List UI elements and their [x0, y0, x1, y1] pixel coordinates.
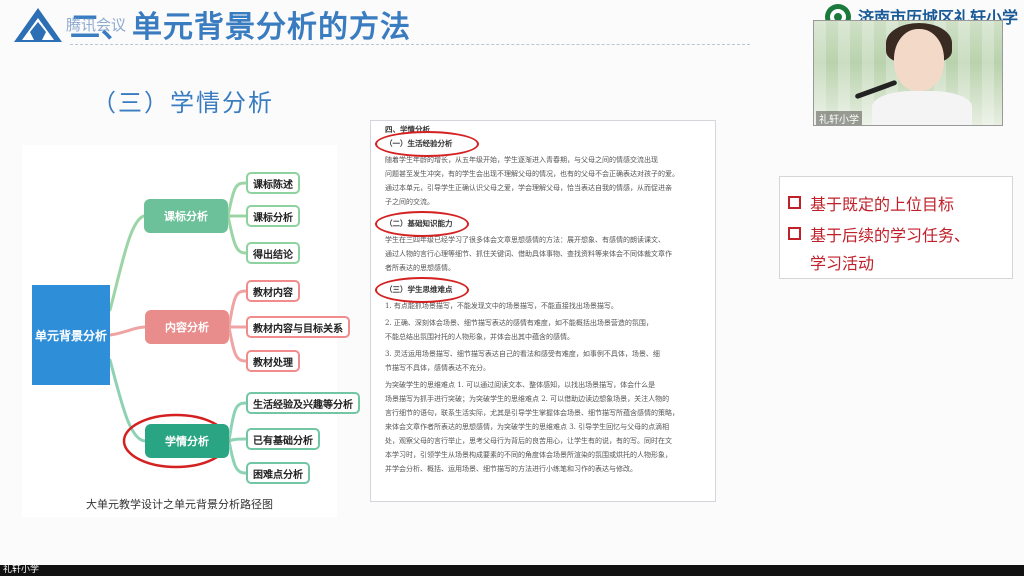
mind-map-caption: 大单元教学设计之单元背景分析路径图: [86, 498, 273, 511]
highlight-circle: [375, 277, 469, 303]
section-subtitle: （三）学情分析: [92, 89, 274, 117]
doc-text: 者所表达的思想感情。: [385, 264, 455, 272]
title-divider: [70, 44, 750, 45]
doc-text: 节描写不具体，感情表达不充分。: [385, 364, 490, 372]
leaf-existing-foundation: 已有基础分析: [246, 428, 320, 450]
mind-map-root: 单元背景分析: [32, 285, 110, 385]
leaf-curriculum-analysis: 课标分析: [246, 205, 300, 227]
doc-text: 言行细节的语句，联系生活实际，尤其是引导学生掌握体会场景、细节描写所蕴含感情的策…: [385, 409, 679, 417]
doc-text: 问题甚至发生冲突，有的学生会出现不理解父母的情况，也有的父母不会正确表达对孩子的…: [385, 170, 679, 178]
doc-text: 3. 灵活运用场景描写、细节描写表达自己的看法和感受有难度，如事例不具体，场景、…: [385, 350, 660, 358]
bottom-name-label: 礼轩小学: [3, 565, 40, 575]
doc-text: 为突破学生的思维难点 1. 可以通过阅读文本、整体感知，以找出场景描写，体会什么…: [385, 381, 656, 389]
branch-content: 内容分析: [145, 310, 229, 344]
webcam-name-label: 礼轩小学: [816, 111, 862, 125]
doc-text: 处，观察父母的言行举止，思考父母行为背后的良苦用心，让学生有的说，有的写。同时在…: [385, 437, 672, 445]
highlight-circle: [375, 211, 469, 237]
key-point-item: 基于既定的上位目标: [788, 191, 954, 215]
key-point-text: 基于后续的学习任务、: [810, 226, 971, 245]
bottom-bar: [0, 565, 1024, 576]
doc-text: 通过人物的言行心理等细节、抓住关键词、借助具体事物、查找资料等来体会不同体裁文章…: [385, 250, 672, 258]
square-bullet-icon: [788, 227, 801, 240]
highlight-circle: [375, 131, 479, 157]
key-point-text: 基于既定的上位目标: [810, 195, 955, 214]
document-page: 四、学情分析 （一）生活经验分析 随着学生年龄的增长，从五年级开始，学生逐渐进入…: [370, 120, 716, 502]
leaf-textbook-content: 教材内容: [246, 280, 300, 302]
leaf-textbook-handling: 教材处理: [246, 350, 300, 372]
presenter-face: [894, 29, 944, 91]
key-point-continuation: 学习活动: [810, 254, 875, 273]
leaf-life-experience: 生活经验及兴趣等分析: [246, 392, 360, 414]
key-point-item: 基于后续的学习任务、: [788, 222, 970, 246]
leaf-curriculum-statement: 课标陈述: [246, 172, 300, 194]
doc-text: 通过本单元，引导学生正确认识父母之爱，学会理解父母，恰当表达自我的情感，从而促进…: [385, 184, 672, 192]
branch-curriculum: 课标分析: [144, 199, 228, 233]
leaf-conclusion: 得出结论: [246, 242, 300, 264]
branch-student: 学情分析: [145, 424, 229, 458]
square-bullet-icon: [788, 196, 801, 209]
webcam-video[interactable]: 礼轩小学: [813, 20, 1003, 126]
presenter-body: [872, 91, 972, 125]
doc-text: 2. 正确、深刻体会场景、细节描写表达的感情有难度，如不能概括出场景营造的氛围，: [385, 319, 653, 327]
leaf-content-goal-relation: 教材内容与目标关系: [246, 316, 350, 338]
meeting-logo-text: 腾讯会议: [66, 16, 127, 34]
doc-text: 本学习时，引领学生从场景构成要素的不同的角度体会场景所渲染的氛围或烘托的人物形象…: [385, 451, 672, 459]
doc-text: 不能总结出氛围衬托的人物形象，并体会出其中蕴含的感情。: [385, 333, 574, 341]
doc-text: 来体会文章作者所表达的思想感情，为突破学生的思维难点 3. 引导学生回忆与父母的…: [385, 423, 670, 431]
key-points-box: 基于既定的上位目标 基于后续的学习任务、 学习活动: [779, 176, 1013, 279]
slide: 二、单元背景分析的方法 腾讯会议 济南市历城区礼轩小学 hool （三）学情分析: [0, 0, 1024, 565]
doc-text: 子之间的交流。: [385, 198, 434, 206]
doc-text: 并学会分析、概括、运用场景、细节描写的方法进行小练笔和习作的表达与修改。: [385, 465, 637, 473]
meeting-logo-icon: [14, 8, 62, 42]
leaf-difficulty-points: 困难点分析: [246, 462, 310, 484]
doc-text: 场景描写为抓手进行突破；为突破学生的思维难点 2. 可以借助边读边想象场景，关注…: [385, 395, 670, 403]
mind-map: 单元背景分析 课标分析 内容分析 学情分析 课标陈述 课标分析 得出结论 教材内…: [22, 145, 360, 517]
